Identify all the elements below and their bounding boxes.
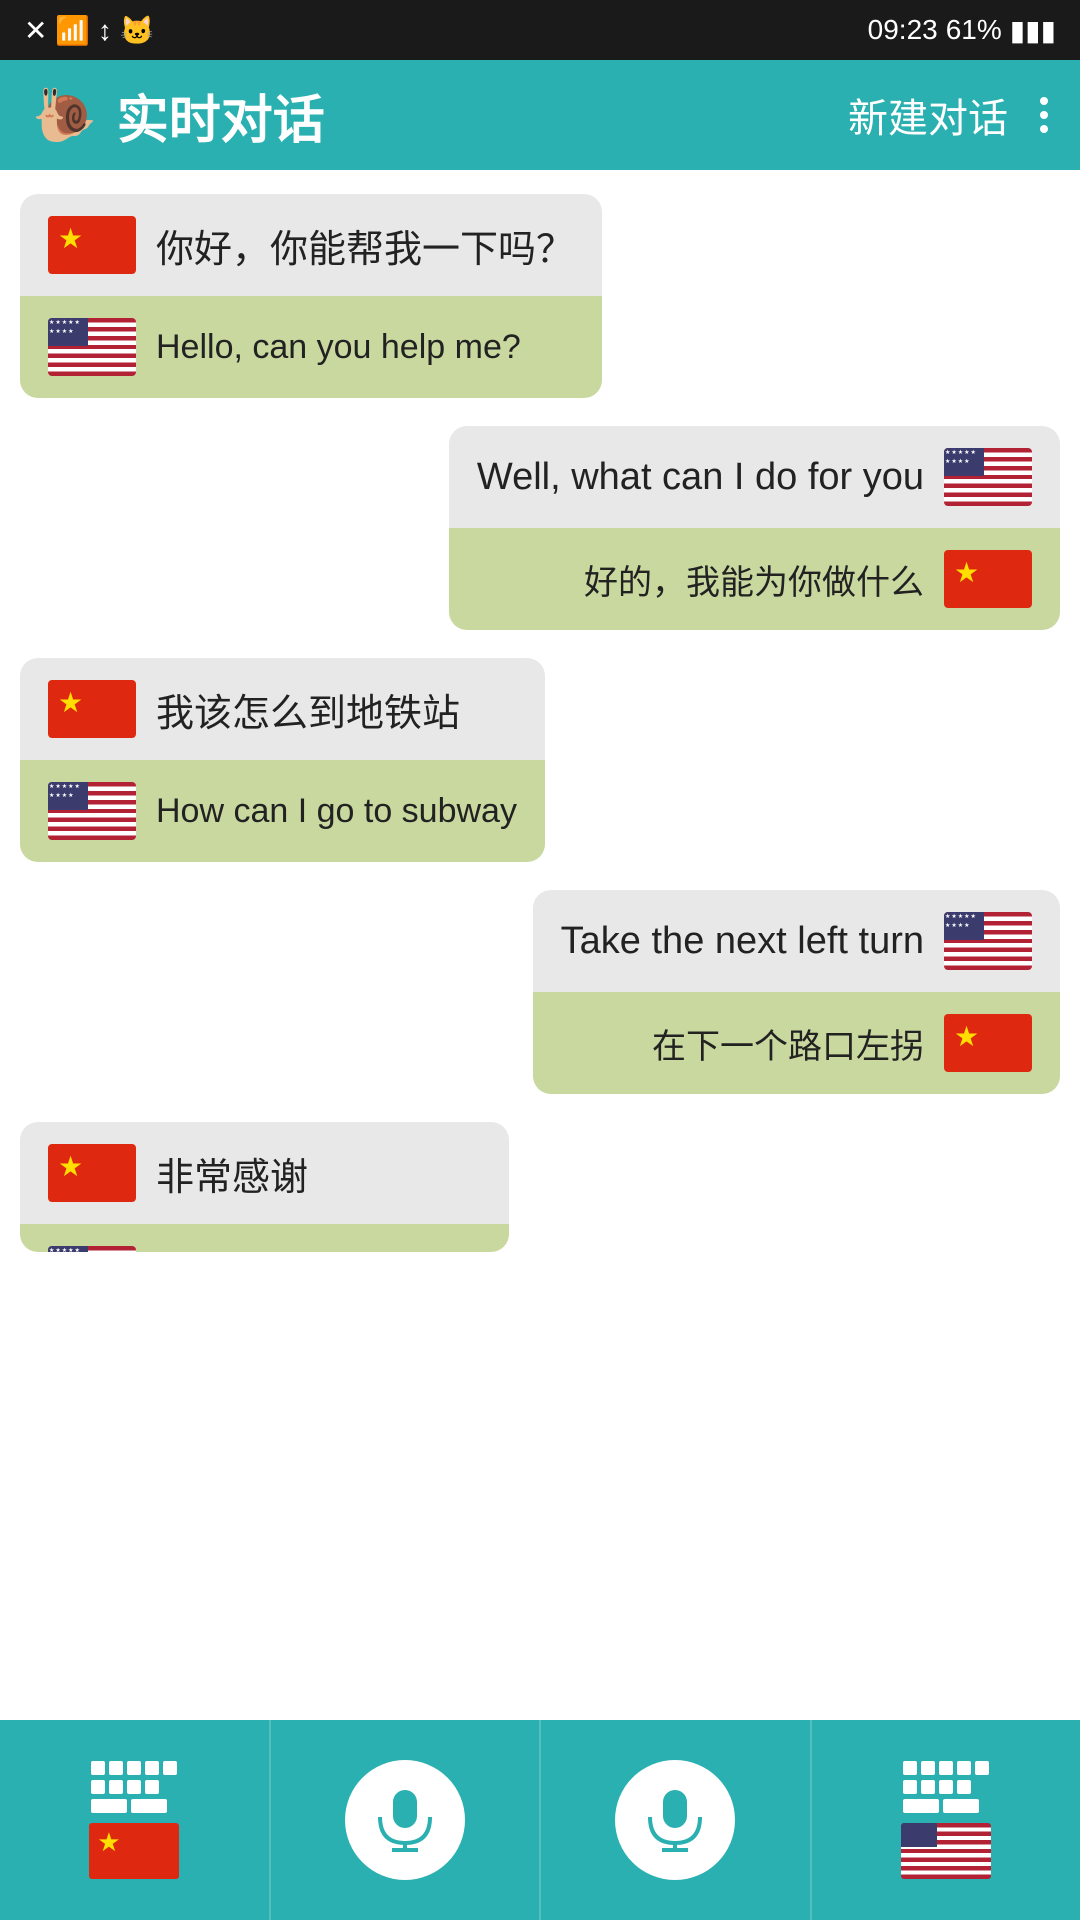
keyboard-icon-right <box>903 1761 989 1813</box>
toolbar-center-left <box>271 1720 542 1920</box>
bubble-bottom-1: Hello, can you help me? <box>20 296 602 398</box>
chat-area: 你好，你能帮我一下吗？ Hello, can you help me? Well… <box>0 170 1080 1720</box>
cn-flag-toolbar[interactable] <box>89 1823 179 1879</box>
battery-display: 61% <box>946 14 1002 46</box>
toolbar-left-section <box>0 1720 271 1920</box>
toolbar-sections <box>0 1720 1080 1920</box>
cn-flag-2 <box>944 550 1032 608</box>
us-flag-3 <box>48 782 136 840</box>
bubble-top-5: 非常感谢 <box>20 1122 509 1224</box>
status-left: ✕ 📶 ↕ 🐱 <box>24 14 155 47</box>
app-bar-actions: 新建对话 <box>848 86 1048 144</box>
new-chat-button[interactable]: 新建对话 <box>848 86 1008 144</box>
us-flag-1 <box>48 318 136 376</box>
bubble-bottom-5: Thank you very much <box>20 1224 509 1252</box>
bubble-top-2: Well, what can I do for you <box>449 426 1060 528</box>
us-flag-2 <box>944 448 1032 506</box>
toolbar-center-right <box>541 1720 812 1920</box>
menu-button[interactable] <box>1040 97 1048 133</box>
us-flag-4 <box>944 912 1032 970</box>
time-display: 09:23 <box>868 14 938 46</box>
bubble-top-4: Take the next left turn <box>533 890 1060 992</box>
cn-flag-5 <box>48 1144 136 1202</box>
message-row: 你好，你能帮我一下吗？ Hello, can you help me? <box>20 194 1060 398</box>
message-text-cn-2: 好的，我能为你做什么 <box>584 555 924 604</box>
message-bubble-5[interactable]: 非常感谢 Thank you very much <box>20 1122 509 1252</box>
app-title: 实时对话 <box>117 78 325 153</box>
app-bar: 🐌 实时对话 新建对话 <box>0 60 1080 170</box>
cn-flag-1 <box>48 216 136 274</box>
message-bubble-1[interactable]: 你好，你能帮我一下吗？ Hello, can you help me? <box>20 194 602 398</box>
message-row: 非常感谢 Thank you very much <box>20 1122 1060 1252</box>
message-text-en-4: Take the next left turn <box>561 920 924 963</box>
message-text-en-2: Well, what can I do for you <box>477 456 924 499</box>
bubble-bottom-3: How can I go to subway <box>20 760 545 862</box>
bottom-toolbar <box>0 1720 1080 1920</box>
message-text-cn-1: 你好，你能帮我一下吗？ <box>156 218 574 273</box>
cn-flag-3 <box>48 680 136 738</box>
bubble-bottom-4: 在下一个路口左拐 <box>533 992 1060 1094</box>
message-row: 我该怎么到地铁站 How can I go to subway <box>20 658 1060 862</box>
mic-button-right[interactable] <box>615 1760 735 1880</box>
bubble-top-1: 你好，你能帮我一下吗？ <box>20 194 602 296</box>
bubble-top-3: 我该怎么到地铁站 <box>20 658 545 760</box>
status-icons: ✕ 📶 ↕ 🐱 <box>24 14 155 47</box>
bubble-bottom-2: 好的，我能为你做什么 <box>449 528 1060 630</box>
battery-icon: ▮▮▮ <box>1010 14 1056 47</box>
mic-button-left[interactable] <box>345 1760 465 1880</box>
status-bar: ✕ 📶 ↕ 🐱 09:23 61% ▮▮▮ <box>0 0 1080 60</box>
cn-flag-4 <box>944 1014 1032 1072</box>
message-row: Well, what can I do for you 好的，我能为你做什么 <box>20 426 1060 630</box>
message-row: Take the next left turn 在下一个路口左拐 <box>20 890 1060 1094</box>
toolbar-right-section <box>812 1720 1080 1920</box>
status-right: 09:23 61% ▮▮▮ <box>868 14 1056 47</box>
message-text-cn-5: 非常感谢 <box>156 1146 308 1201</box>
message-text-en-1: Hello, can you help me? <box>156 328 521 367</box>
us-flag-toolbar[interactable] <box>901 1823 991 1879</box>
message-bubble-4[interactable]: Take the next left turn 在下一个路口左拐 <box>533 890 1060 1094</box>
app-title-area: 🐌 实时对话 <box>32 78 848 153</box>
message-bubble-3[interactable]: 我该怎么到地铁站 How can I go to subway <box>20 658 545 862</box>
app-logo: 🐌 <box>32 85 97 146</box>
message-text-cn-3: 我该怎么到地铁站 <box>156 682 460 737</box>
us-flag-5 <box>48 1246 136 1252</box>
message-text-cn-4: 在下一个路口左拐 <box>652 1019 924 1068</box>
keyboard-icon-left <box>91 1761 177 1813</box>
message-bubble-2[interactable]: Well, what can I do for you 好的，我能为你做什么 <box>449 426 1060 630</box>
message-text-en-3: How can I go to subway <box>156 792 517 831</box>
